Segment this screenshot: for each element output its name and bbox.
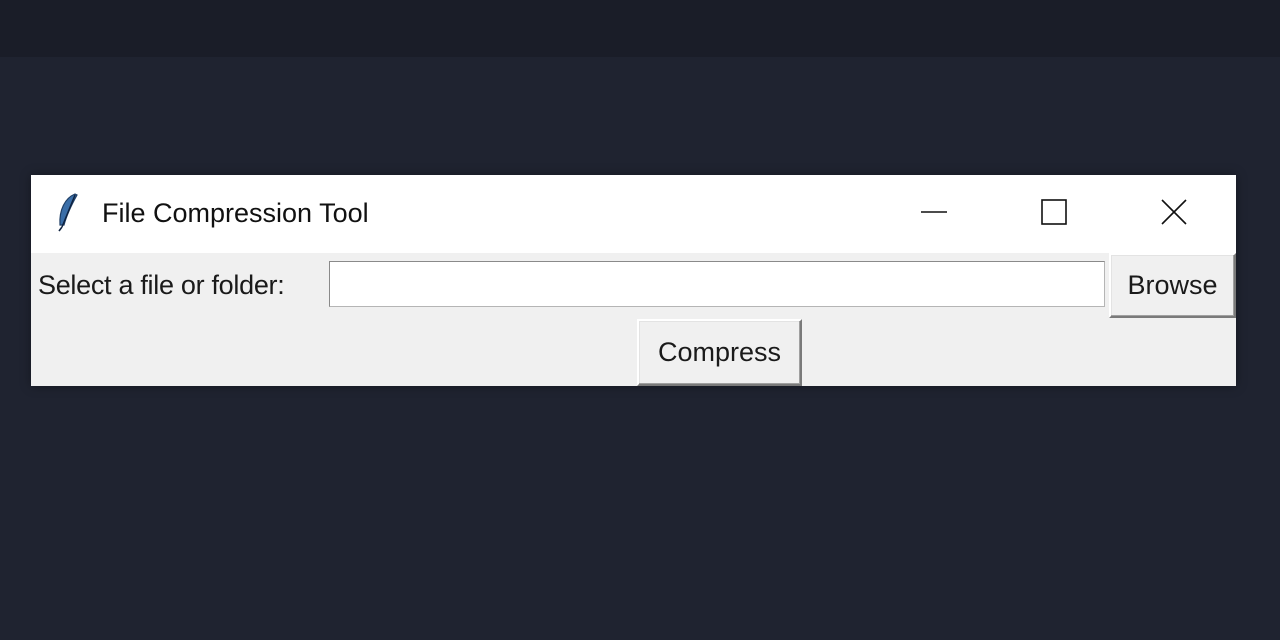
path-label: Select a file or folder: <box>38 270 285 300</box>
browse-button[interactable]: Browse <box>1109 253 1236 318</box>
title-bar[interactable]: File Compression Tool <box>31 175 1236 253</box>
path-row: Select a file or folder: Browse <box>31 253 1236 318</box>
desktop-top-band <box>0 0 1280 57</box>
minimize-icon <box>921 199 947 230</box>
close-button[interactable] <box>1114 175 1234 253</box>
maximize-icon <box>1041 198 1067 230</box>
path-input[interactable] <box>329 261 1105 307</box>
minimize-button[interactable] <box>874 175 994 253</box>
app-window: File Compression Tool Select a file or f… <box>31 175 1236 386</box>
window-title: File Compression Tool <box>102 198 369 228</box>
compress-button[interactable]: Compress <box>637 319 802 386</box>
maximize-button[interactable] <box>994 175 1114 253</box>
close-icon <box>1161 198 1187 230</box>
feather-icon <box>55 192 81 232</box>
